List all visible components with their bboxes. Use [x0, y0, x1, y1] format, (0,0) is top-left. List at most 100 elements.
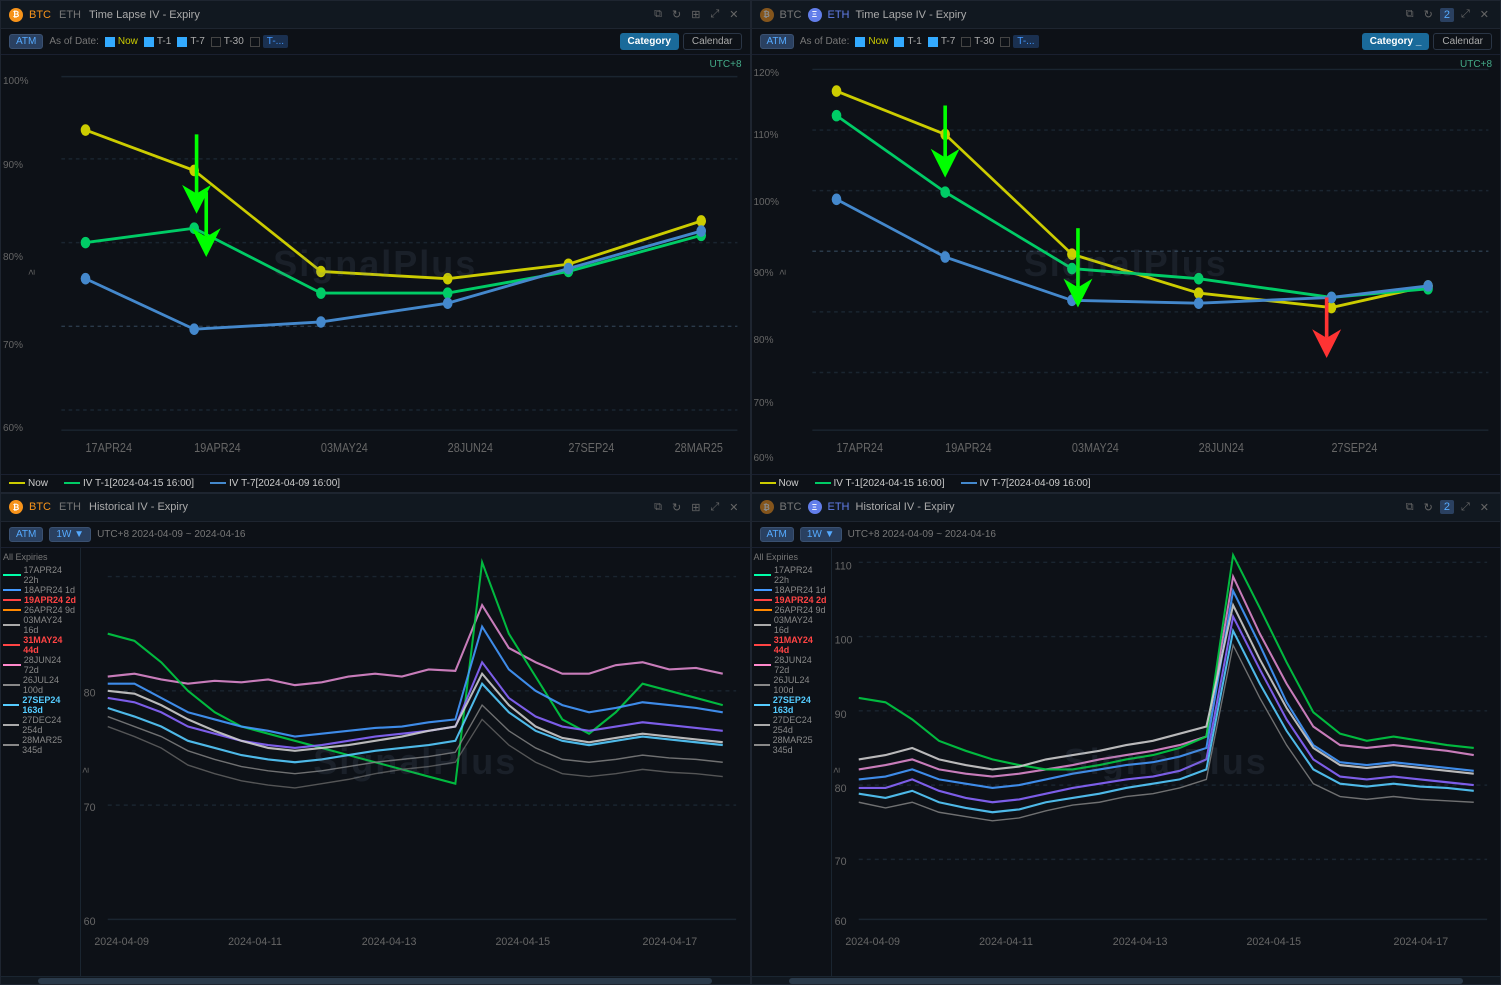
label-now-tl: Now: [118, 36, 138, 47]
calendar-button-tr[interactable]: Calendar: [1433, 33, 1492, 50]
expiry-19apr-br[interactable]: 19APR24 2d: [754, 595, 829, 605]
chart-svg-tl: 17APR24 19APR24 03MAY24 28JUN24 27SEP24 …: [1, 55, 750, 474]
layout-icon-br[interactable]: 2: [1440, 500, 1454, 514]
label-now-tr: Now: [868, 36, 888, 47]
legend-t7-tr: IV T-7[2024-04-09 16:00]: [961, 478, 1091, 489]
category-button-tr[interactable]: Category _: [1362, 33, 1430, 50]
expiry-17apr-br[interactable]: 17APR24 22h: [754, 565, 829, 585]
svg-text:28MAR25: 28MAR25: [675, 440, 724, 455]
chart-svg-br: 110 100 90 80 70 60 2024-04-09 2024-04-1…: [832, 548, 1501, 977]
expiry-27sep-bl[interactable]: 27SEP24 163d: [3, 695, 78, 715]
expand-icon-tl[interactable]: ⤢: [707, 7, 722, 22]
legend-t1-label-tl: IV T-1[2024-04-15 16:00]: [83, 478, 194, 489]
expand-icon-tr[interactable]: ⤢: [1458, 7, 1473, 22]
expiry-27sep-br[interactable]: 27SEP24 163d: [754, 695, 829, 715]
expiry-28mar-bl[interactable]: 28MAR25 345d: [3, 735, 78, 755]
scrollbar-br[interactable]: [752, 976, 1501, 984]
header-icons-br: ⧉ ↻ 2 ⤢ ✕: [1403, 500, 1492, 515]
expiry-28jun-br[interactable]: 28JUN24 72d: [754, 655, 829, 675]
scrollbar-thumb-bl[interactable]: [38, 978, 712, 984]
expand-icon-bl[interactable]: ⤢: [707, 500, 722, 515]
close-icon-tr[interactable]: ✕: [1477, 7, 1492, 22]
close-icon-tl[interactable]: ✕: [726, 7, 741, 22]
utc-label-tr: UTC+8: [1460, 59, 1492, 70]
y-label-60-tr: 60%: [754, 453, 774, 464]
expiry-28jun-bl[interactable]: 28JUN24 72d: [3, 655, 78, 675]
external-link-icon-bl[interactable]: ⧉: [651, 500, 665, 515]
label-tx-tr: T-...: [1013, 35, 1038, 48]
close-icon-bl[interactable]: ✕: [726, 500, 741, 515]
panel-header-tr: ₿ BTC Ξ ETH Time Lapse IV - Expiry ⧉ ↻ 2…: [752, 1, 1501, 29]
atm-button-tr[interactable]: ATM: [760, 34, 794, 49]
all-expiries-label-bl: All Expiries: [3, 552, 78, 562]
as-of-date-tl: As of Date:: [49, 36, 98, 47]
close-icon-br[interactable]: ✕: [1477, 500, 1492, 515]
ge-symbol-tl: ≥: [26, 270, 37, 276]
refresh-icon-tl[interactable]: ↻: [669, 7, 684, 22]
expiry-17apr-bl[interactable]: 17APR24 22h: [3, 565, 78, 585]
legend-t7-line-tl: [210, 482, 226, 484]
cb-now-tr[interactable]: [855, 37, 865, 47]
cb-tx-tr[interactable]: [1000, 37, 1010, 47]
cb-tx-tl[interactable]: [250, 37, 260, 47]
svg-text:80: 80: [84, 687, 96, 699]
cb-now-tl[interactable]: [105, 37, 115, 47]
cb-t7-tr[interactable]: [928, 37, 938, 47]
cb-t1-tl[interactable]: [144, 37, 154, 47]
btc-label-tl: BTC: [29, 9, 51, 21]
cb-t30-tl[interactable]: [211, 37, 221, 47]
eth-icon-tr: Ξ: [808, 8, 822, 22]
expiry-03may-br[interactable]: 03MAY24 16d: [754, 615, 829, 635]
refresh-icon-br[interactable]: ↻: [1421, 500, 1436, 515]
toolbar-bl: ATM 1W ▼ UTC+8 2024-04-09 ~ 2024-04-16: [1, 522, 750, 548]
expiry-27dec-br[interactable]: 27DEC24 254d: [754, 715, 829, 735]
legend-now-line-tr: [760, 482, 776, 484]
refresh-icon-tr[interactable]: ↻: [1421, 7, 1436, 22]
period-button-br[interactable]: 1W ▼: [800, 527, 842, 542]
expiry-26apr-br[interactable]: 26APR24 9d: [754, 605, 829, 615]
atm-button-tl[interactable]: ATM: [9, 34, 43, 49]
period-button-bl[interactable]: 1W ▼: [49, 527, 91, 542]
expiry-18apr-bl[interactable]: 18APR24 1d: [3, 585, 78, 595]
ge-symbol-br: ≥: [832, 767, 842, 773]
cb-t7-tl[interactable]: [177, 37, 187, 47]
layout-icon-tr[interactable]: 2: [1440, 8, 1454, 22]
calendar-button-tl[interactable]: Calendar: [683, 33, 742, 50]
expiry-31may-br[interactable]: 31MAY24 44d: [754, 635, 829, 655]
ge-symbol-tr: ≥: [777, 270, 788, 276]
expiry-31may-bl[interactable]: 31MAY24 44d: [3, 635, 78, 655]
layout-icon-bl[interactable]: ⊞: [688, 500, 703, 515]
cb-t30-tr[interactable]: [961, 37, 971, 47]
external-link-icon-tl[interactable]: ⧉: [651, 7, 665, 22]
atm-button-br[interactable]: ATM: [760, 527, 794, 542]
expiry-03may-bl[interactable]: 03MAY24 16d: [3, 615, 78, 635]
expiry-28mar-br[interactable]: 28MAR25 345d: [754, 735, 829, 755]
legend-t1-line-tl: [64, 482, 80, 484]
expiry-26jul-bl[interactable]: 26JUL24 100d: [3, 675, 78, 695]
expiry-27dec-bl[interactable]: 27DEC24 254d: [3, 715, 78, 735]
expiry-26apr-bl[interactable]: 26APR24 9d: [3, 605, 78, 615]
category-button-tl[interactable]: Category: [620, 33, 679, 50]
cb-t1-tr[interactable]: [894, 37, 904, 47]
expiry-19apr-bl[interactable]: 19APR24 2d: [3, 595, 78, 605]
expiry-26jul-br[interactable]: 26JUL24 100d: [754, 675, 829, 695]
label-t30-tr: T-30: [974, 36, 994, 47]
chart-svg-tr: 17APR24 19APR24 03MAY24 28JUN24 27SEP24: [752, 55, 1501, 474]
scrollbar-thumb-br[interactable]: [789, 978, 1463, 984]
svg-text:2024-04-15: 2024-04-15: [495, 935, 550, 947]
refresh-icon-bl[interactable]: ↻: [669, 500, 684, 515]
checkbox-t7-tl: T-7: [177, 36, 204, 47]
panel-title-tr: Time Lapse IV - Expiry: [856, 9, 1397, 21]
legend-now-line-tl: [9, 482, 25, 484]
checkbox-t7-tr: T-7: [928, 36, 955, 47]
legend-t1-tr: IV T-1[2024-04-15 16:00]: [815, 478, 945, 489]
chart-svg-bl: 80 70 60 2024-04-09 2024-04-11 2024-04-1…: [81, 548, 750, 977]
layout-icon-tl[interactable]: ⊞: [688, 7, 703, 22]
external-link-icon-tr[interactable]: ⧉: [1403, 7, 1417, 22]
atm-button-bl[interactable]: ATM: [9, 527, 43, 542]
expand-icon-br[interactable]: ⤢: [1458, 500, 1473, 515]
svg-text:2024-04-17: 2024-04-17: [643, 935, 698, 947]
scrollbar-bl[interactable]: [1, 976, 750, 984]
external-link-icon-br[interactable]: ⧉: [1403, 500, 1417, 515]
expiry-18apr-br[interactable]: 18APR24 1d: [754, 585, 829, 595]
